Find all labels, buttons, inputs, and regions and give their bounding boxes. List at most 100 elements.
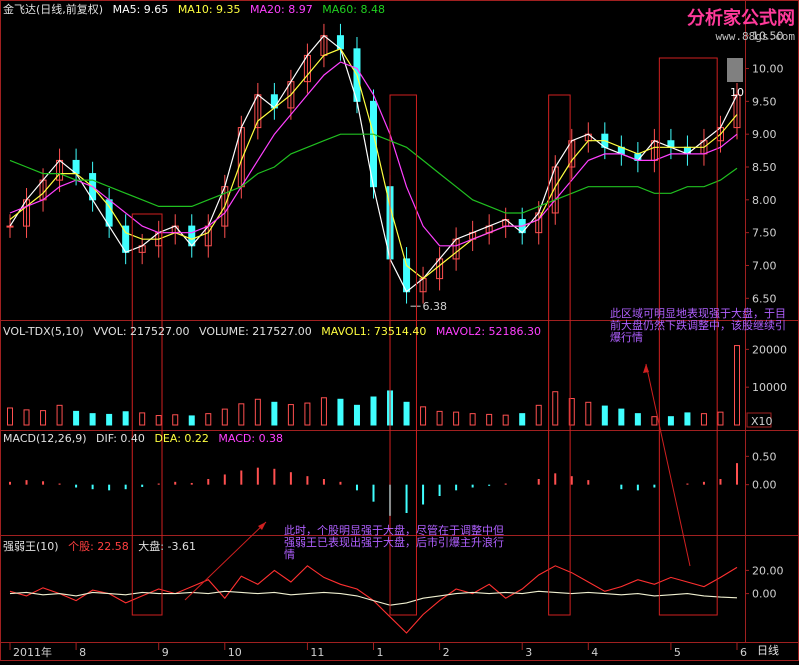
candle-body [6,225,14,228]
ma20-label: MA20: 8.97 [250,3,313,16]
macd-value-label: MACD: 0.38 [218,432,284,445]
volume-bar [238,403,245,426]
volume-panel-header: VOL-TDX(5,10) VVOL: 217527.00 VOLUME: 21… [3,325,547,338]
volume-bar [320,397,327,426]
strength-indicator-name: 强弱王(10) [3,540,59,553]
x-axis-label: 8 [79,646,86,659]
price-tick-label: 6.50 [752,292,777,305]
volume-bar [139,412,146,426]
volume-bar [717,411,724,426]
stock-strength-label: 个股: 22.58 [68,540,129,553]
low-price-marker: 6.38 [423,300,448,313]
volume-bar [535,404,542,426]
volume-bar [585,401,592,426]
mavol1-label: MAVOL1: 73514.40 [321,325,427,338]
price-tick-label: 8.00 [752,194,777,207]
stock-title: 金飞达(日线,前复权) [3,3,104,16]
market-strength-label: 大盘: -3.61 [138,540,196,553]
period-label[interactable]: 日线 [757,644,779,657]
volume-bar [370,396,377,426]
volume-bar [172,414,179,426]
volume-bar [552,391,559,426]
volume-bar [7,407,13,426]
volume-bar [634,413,641,426]
annotation-middle: 此时，个股明显强于大盘，尽管在于调整中但强弱王已表现出强于大盘，后市引爆主升浪行… [284,524,504,561]
price-tick-label: 10.00 [752,63,784,76]
volume-bar [254,398,261,426]
ma60-label: MA60: 8.48 [322,3,385,16]
site-logo: 分析家公式网 www.88gs.com [687,4,795,43]
volume-bar [205,413,212,426]
volume-bar [122,411,129,426]
strength-tick-label: 0.00 [752,588,777,601]
annotation-arrow-middle [184,521,267,601]
price-tick-label: 7.00 [752,259,777,272]
price-tick-label: 7.50 [752,227,777,240]
x-axis-label: 11 [310,646,324,659]
x-axis-label: 9 [162,646,169,659]
volume-bar [700,413,707,426]
volume-bar [353,404,360,426]
volume-bar [40,410,47,426]
annotation-arrowhead-right [643,364,649,373]
macd-tick-label: 0.00 [752,479,777,492]
volume-unit-label: X10 [751,415,773,428]
volume-bar [89,413,96,426]
volume-bar [667,416,674,426]
volume-bar [155,415,162,426]
ma5-label: MA5: 9.65 [112,3,169,16]
x-axis-label: 1 [377,646,384,659]
volume-bar [188,415,195,426]
volume-bar [734,345,740,426]
x-axis-label: 3 [525,646,532,659]
volume-bar [271,401,278,426]
volume-bar [469,413,476,426]
volume-tick-label: 10000 [752,381,787,394]
volume-bar [221,408,228,426]
latest-price-block [727,58,743,82]
volume-bar [651,416,658,426]
volume-bar [486,413,493,426]
volume-bar [618,408,625,426]
x-axis-label: 2 [443,646,450,659]
volume-bar [684,412,691,426]
volume-bar [519,413,526,426]
macd-panel-header: MACD(12,26,9) DIF: 0.40 DEA: 0.22 MACD: … [3,432,289,445]
strength-line-0 [9,565,738,634]
vol-indicator-name: VOL-TDX(5,10) [3,325,84,338]
x-axis-label: 10 [228,646,242,659]
x-axis-label: 2011年 [13,645,52,659]
latest-price-marker: 10 [730,86,744,99]
volume-bar [23,409,30,426]
mavol2-label: MAVOL2: 52186.30 [435,325,542,338]
volume-bar [436,410,443,426]
macd-tick-label: 0.50 [752,450,777,463]
logo-url: www.88gs.com [715,30,795,43]
volume-bar [73,410,80,426]
volume-bar [502,414,509,426]
volume-bar [287,404,294,426]
volume-label: VOLUME: 217527.00 [199,325,312,338]
strength-line-1 [9,590,738,606]
volume-bar [601,405,608,426]
stock-chart-window: 6.50 7.00 7.50 8.00 8.50 9.00 9.50 10.00 1 0.50 6.… [0,0,799,661]
volume-tick-label: 20000 [752,343,787,356]
x-axis-label: 4 [591,646,598,659]
strength-panel-header: 强弱王(10) 个股: 22.58 大盘: -3.61 [3,540,202,553]
vvol-label: VVOL: 217527.00 [93,325,190,338]
highlight-box [131,213,163,616]
volume-bar [106,413,113,426]
volume-bar [420,406,427,426]
volume-bar [337,398,344,426]
annotation-right: 此区域可明显地表现强于大盘，于目前大盘仍然下跌调整中，该股继续引爆行情 [610,307,786,344]
dea-label: DEA: 0.22 [154,432,209,445]
volume-bar [304,402,311,426]
x-axis-label: 6 [740,646,747,659]
price-tick-label: 9.00 [752,128,777,141]
logo-title: 分析家公式网 [687,8,795,29]
strength-tick-label: 20.00 [752,564,784,577]
price-tick-label: 8.50 [752,161,777,174]
volume-bar [56,404,63,426]
ma10-label: MA10: 9.35 [177,3,241,16]
x-axis-label: 5 [674,646,681,659]
